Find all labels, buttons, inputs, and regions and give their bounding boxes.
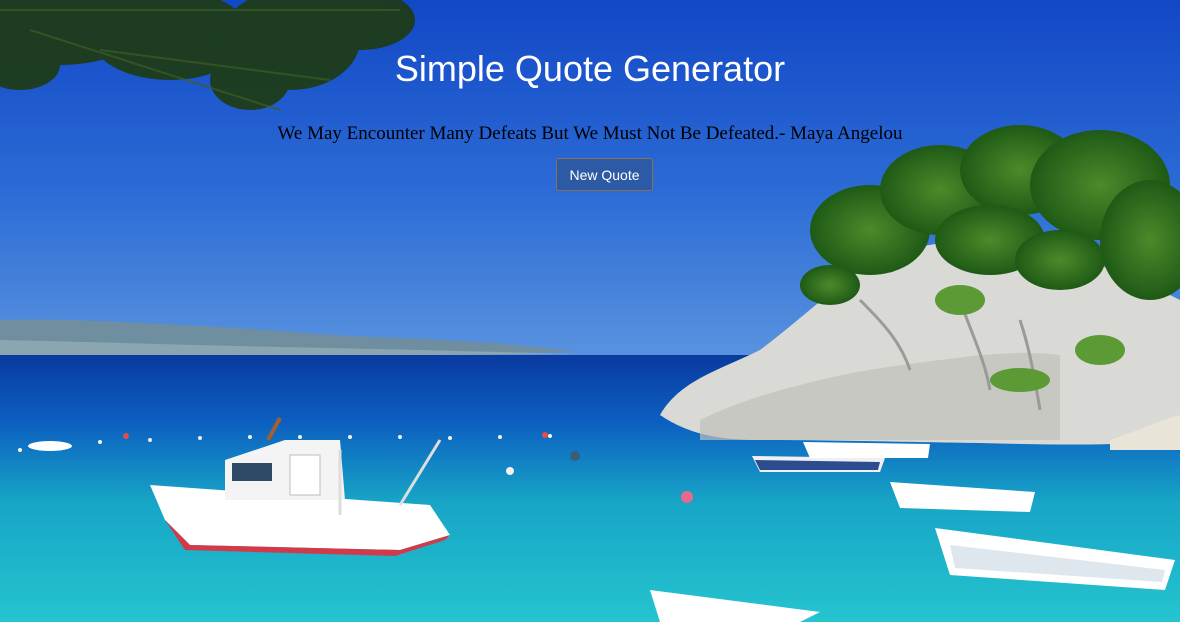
quote-text: We May Encounter Many Defeats But We Mus… bbox=[277, 123, 903, 144]
page-title: Simple Quote Generator bbox=[394, 48, 786, 89]
background-photo bbox=[0, 0, 1180, 622]
new-quote-button[interactable]: New Quote bbox=[556, 158, 653, 191]
